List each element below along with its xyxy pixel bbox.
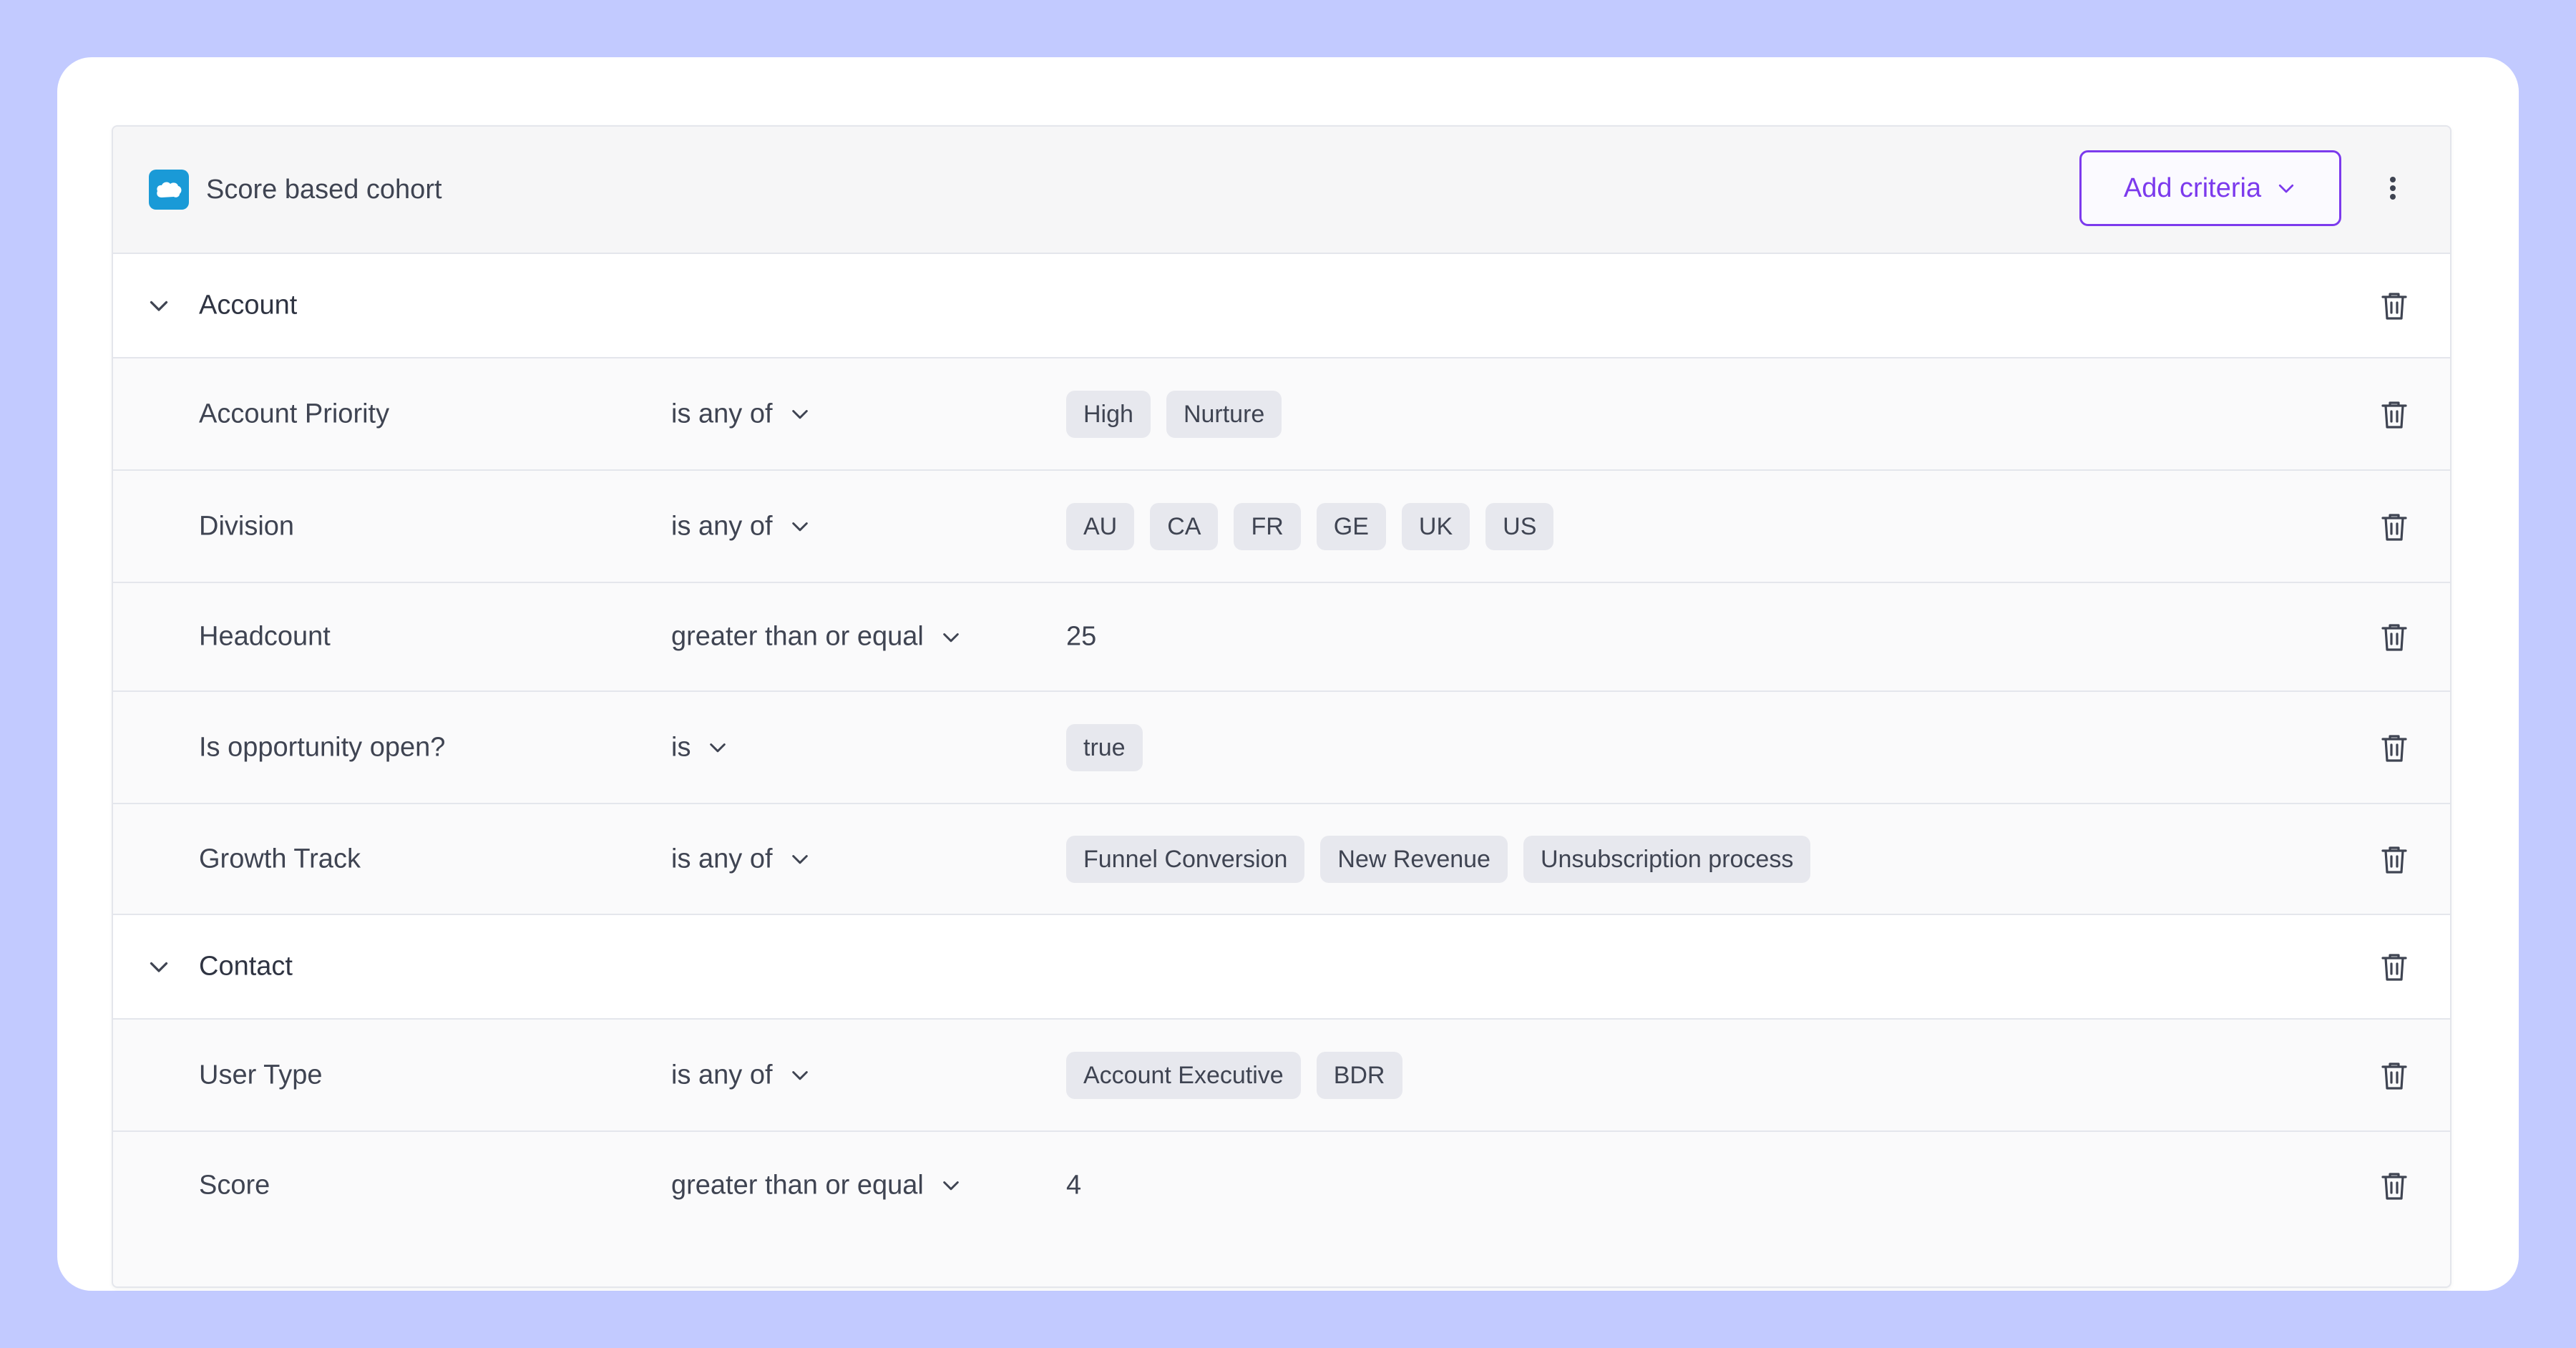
cohort-title: Score based cohort	[206, 175, 442, 205]
criteria-values[interactable]: 4	[1066, 1170, 1081, 1201]
chevron-down-icon[interactable]	[940, 625, 962, 648]
criteria-values[interactable]: AU CA FR GE UK US	[1066, 502, 1554, 550]
criteria-row: Score greater than or equal 4	[113, 1132, 2450, 1239]
more-options-icon[interactable]	[2377, 172, 2409, 204]
chevron-down-icon[interactable]	[789, 848, 811, 871]
value-chip: New Revenue	[1320, 835, 1508, 883]
collapse-group-chevron-icon[interactable]	[146, 293, 172, 318]
criteria-field: User Type	[199, 1060, 323, 1090]
group-label: Contact	[199, 951, 293, 982]
chevron-down-icon[interactable]	[706, 736, 729, 759]
criteria-field: Division	[199, 511, 295, 541]
operator-dropdown[interactable]: greater than or equal	[671, 1170, 962, 1201]
operator-dropdown[interactable]: is	[671, 732, 729, 763]
group-label: Account	[199, 290, 298, 321]
criteria-values[interactable]: true	[1066, 723, 1143, 771]
criteria-field: Headcount	[199, 621, 331, 652]
criteria-row: Account Priority is any of High Nurture	[113, 358, 2450, 471]
value-chip: CA	[1150, 502, 1219, 550]
chevron-down-icon[interactable]	[789, 1064, 811, 1087]
criteria-row: User Type is any of Account Executive BDR	[113, 1020, 2450, 1132]
value-chip: UK	[1401, 502, 1470, 550]
collapse-group-chevron-icon[interactable]	[146, 954, 172, 980]
delete-criteria-trash-icon[interactable]	[2380, 1060, 2409, 1091]
criteria-field: Account Priority	[199, 399, 390, 429]
criteria-values[interactable]: Account Executive BDR	[1066, 1051, 1402, 1099]
criteria-list: Account Account Priority is any of High Nurt…	[113, 254, 2450, 1239]
value-input[interactable]: 25	[1066, 622, 1096, 653]
salesforce-cloud-icon	[149, 170, 189, 210]
operator-dropdown[interactable]: greater than or equal	[671, 622, 962, 653]
operator-label: greater than or equal	[671, 1170, 924, 1200]
criteria-values[interactable]: 25	[1066, 622, 1096, 653]
group-row-contact: Contact	[113, 915, 2450, 1020]
value-chip: GE	[1316, 502, 1386, 550]
chevron-down-icon[interactable]	[940, 1174, 962, 1197]
criteria-field: Growth Track	[199, 844, 361, 874]
operator-dropdown[interactable]: is any of	[671, 399, 811, 429]
operator-dropdown[interactable]: is any of	[671, 844, 811, 874]
operator-label: is any of	[671, 511, 773, 541]
criteria-row: Growth Track is any of Funnel Conversion Ne…	[113, 804, 2450, 915]
add-criteria-label: Add criteria	[2123, 172, 2262, 203]
delete-criteria-trash-icon[interactable]	[2380, 844, 2409, 875]
value-input[interactable]: 4	[1066, 1170, 1081, 1201]
operator-dropdown[interactable]: is any of	[671, 1060, 811, 1090]
delete-criteria-trash-icon[interactable]	[2380, 732, 2409, 763]
criteria-field: Score	[199, 1170, 270, 1200]
delete-group-trash-icon[interactable]	[2380, 951, 2409, 982]
criteria-row: Headcount greater than or equal 25	[113, 583, 2450, 692]
criteria-values[interactable]: Funnel Conversion New Revenue Unsubscripti…	[1066, 835, 1811, 883]
value-chip: FR	[1234, 502, 1301, 550]
delete-criteria-trash-icon[interactable]	[2380, 621, 2409, 653]
chevron-down-icon[interactable]	[789, 403, 811, 426]
add-criteria-button[interactable]: Add criteria	[2079, 150, 2341, 226]
group-row-account: Account	[113, 254, 2450, 358]
value-chip: Account Executive	[1066, 1051, 1301, 1099]
value-chip: US	[1485, 502, 1554, 550]
value-chip: AU	[1066, 502, 1135, 550]
criteria-row: Division is any of AU CA FR GE UK US	[113, 471, 2450, 583]
cohort-panel: Score based cohort Add criteria Account A…	[112, 125, 2451, 1288]
criteria-values[interactable]: High Nurture	[1066, 390, 1282, 438]
operator-label: is any of	[671, 399, 773, 429]
value-chip: BDR	[1316, 1051, 1402, 1099]
operator-dropdown[interactable]: is any of	[671, 511, 811, 542]
delete-criteria-trash-icon[interactable]	[2380, 1170, 2409, 1201]
delete-group-trash-icon[interactable]	[2380, 290, 2409, 321]
value-chip: Unsubscription process	[1523, 835, 1811, 883]
operator-label: greater than or equal	[671, 621, 924, 652]
value-chip: Nurture	[1166, 390, 1282, 438]
outer-card: Score based cohort Add criteria Account A…	[57, 57, 2519, 1291]
operator-label: is any of	[671, 1060, 773, 1090]
cohort-header: Score based cohort Add criteria	[113, 127, 2450, 254]
criteria-row: Is opportunity open? is true	[113, 692, 2450, 804]
operator-label: is any of	[671, 844, 773, 874]
value-chip: High	[1066, 390, 1151, 438]
value-chip: Funnel Conversion	[1066, 835, 1305, 883]
delete-criteria-trash-icon[interactable]	[2380, 511, 2409, 542]
value-chip: true	[1066, 723, 1143, 771]
chevron-down-icon[interactable]	[789, 515, 811, 538]
chevron-down-icon	[2278, 184, 2294, 193]
operator-label: is	[671, 732, 691, 762]
criteria-field: Is opportunity open?	[199, 732, 446, 762]
delete-criteria-trash-icon[interactable]	[2380, 399, 2409, 430]
